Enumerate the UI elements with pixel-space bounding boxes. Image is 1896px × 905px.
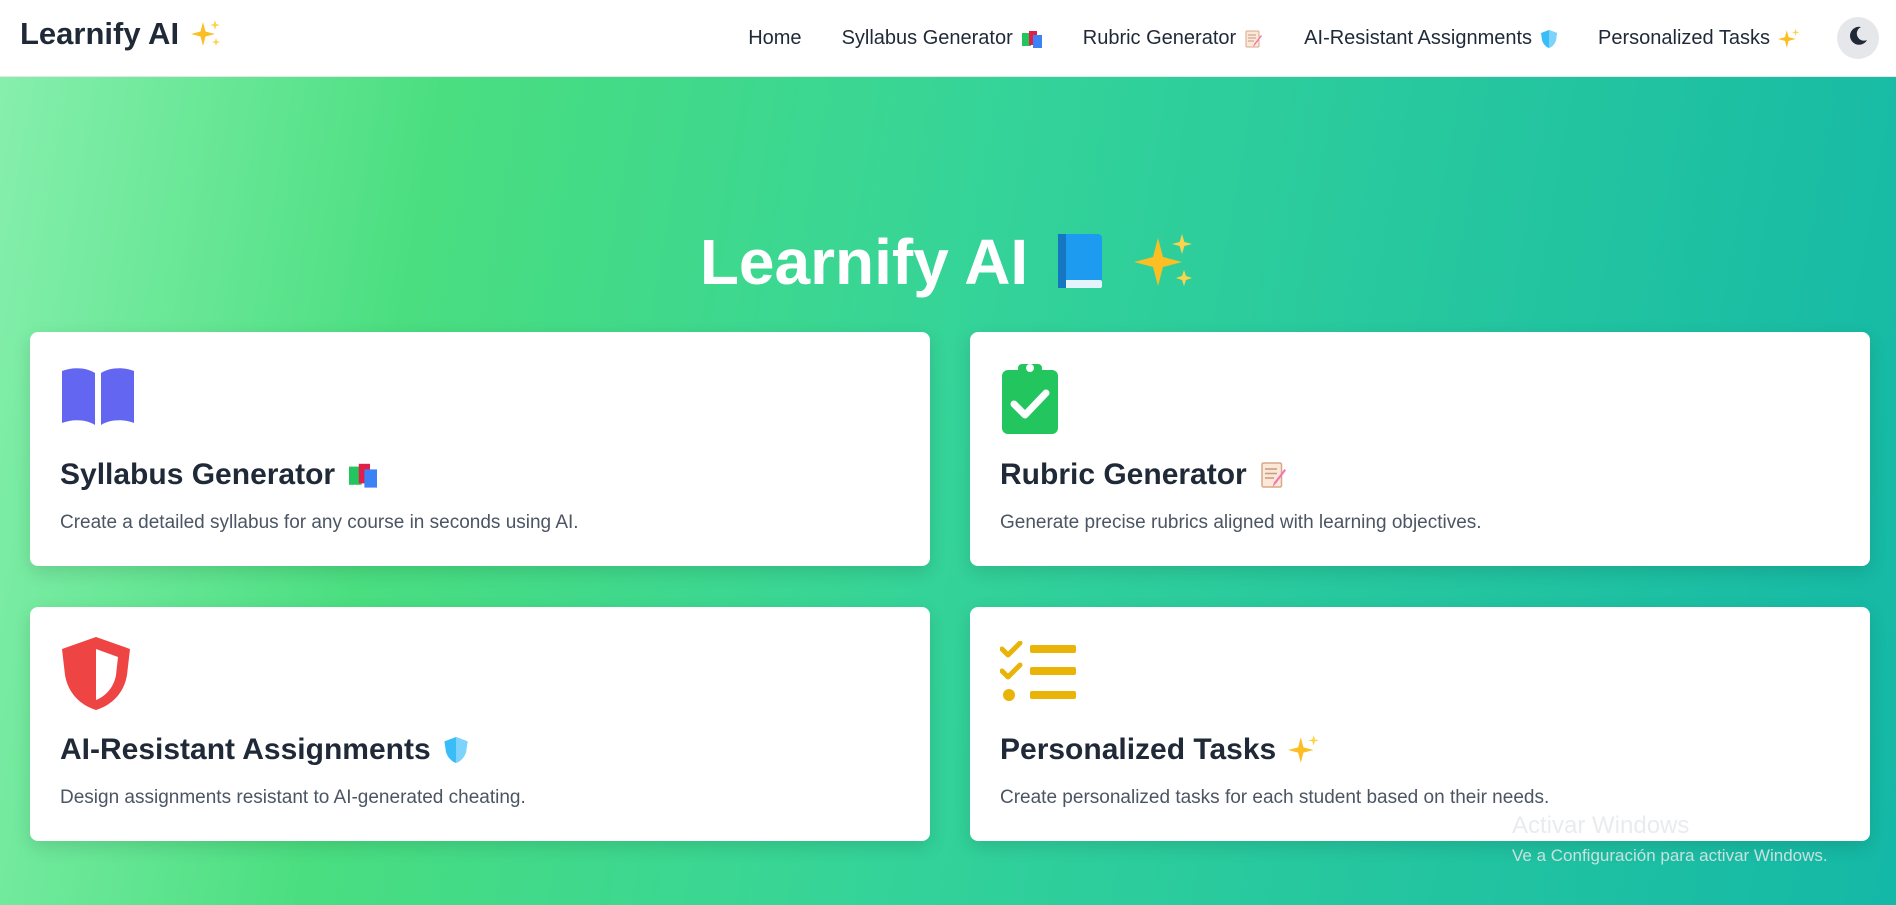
nav-link-home[interactable]: Home [748,27,801,50]
nav-link-syllabus-generator[interactable]: Syllabus Generator [842,27,1043,50]
shield-icon [443,735,469,765]
sparkles-icon [1132,232,1196,292]
nav-links: Home Syllabus Generator Rubric Generator [748,0,1800,77]
blue-book-icon [1054,232,1106,292]
top-navbar: Learnify AI Home Syllabus Generator Rubr… [0,0,1896,77]
sparkles-icon [1288,734,1320,766]
card-title-text: AI-Resistant Assignments [60,733,431,766]
brand-logo[interactable]: Learnify AI [20,16,221,52]
windows-activation-watermark: Activar Windows Ve a Configuración para … [1512,812,1828,866]
watermark-title: Activar Windows [1512,812,1690,839]
theme-toggle-button[interactable] [1837,17,1879,59]
sparkles-icon [191,19,221,49]
books-icon [1021,29,1043,49]
card-title-text: Syllabus Generator [60,458,336,491]
book-open-icon [60,365,136,432]
card-description: Create personalized tasks for each stude… [1000,787,1550,808]
card-description: Create a detailed syllabus for any cours… [60,512,579,533]
memo-icon [1244,29,1264,49]
nav-link-label: AI-Resistant Assignments [1304,27,1533,49]
watermark-subtitle: Ve a Configuración para activar Windows. [1512,846,1828,865]
page-title-text: Learnify AI [699,226,1029,298]
brand-name: Learnify AI [20,16,180,51]
card-title: Rubric Generator [1000,458,1289,492]
card-ai-resistant-assignments[interactable]: AI-Resistant Assignments Design assignme… [30,607,930,841]
hero-section: Learnify AI Syllabus Generator Create a … [0,77,1896,905]
nav-link-label: Syllabus Generator [841,27,1013,49]
card-syllabus-generator[interactable]: Syllabus Generator Create a detailed syl… [30,332,930,566]
nav-link-label: Home [748,27,802,49]
shield-icon [60,635,132,716]
card-rubric-generator[interactable]: Rubric Generator Generate precise rubric… [970,332,1870,566]
card-title: Personalized Tasks [1000,733,1320,767]
card-title-text: Rubric Generator [1000,458,1247,491]
nav-link-ai-resistant-assignments[interactable]: AI-Resistant Assignments [1304,27,1558,50]
card-title: Syllabus Generator [60,458,379,492]
card-description: Design assignments resistant to AI-gener… [60,787,526,808]
memo-icon [1259,460,1289,490]
nav-link-label: Rubric Generator [1082,27,1237,49]
card-title: AI-Resistant Assignments [60,733,469,767]
moon-icon [1847,25,1869,52]
card-personalized-tasks[interactable]: Personalized Tasks Create personalized t… [970,607,1870,841]
nav-link-label: Personalized Tasks [1598,27,1770,49]
page-title: Learnify AI [0,225,1896,299]
list-check-icon [999,640,1076,708]
shield-icon [1540,29,1558,49]
clipboard-check-icon [1000,360,1060,441]
books-icon [347,461,379,489]
sparkles-icon [1778,28,1800,50]
card-description: Generate precise rubrics aligned with le… [1000,512,1482,533]
nav-link-personalized-tasks[interactable]: Personalized Tasks [1598,27,1800,50]
nav-link-rubric-generator[interactable]: Rubric Generator [1083,27,1264,50]
card-title-text: Personalized Tasks [1000,733,1277,766]
